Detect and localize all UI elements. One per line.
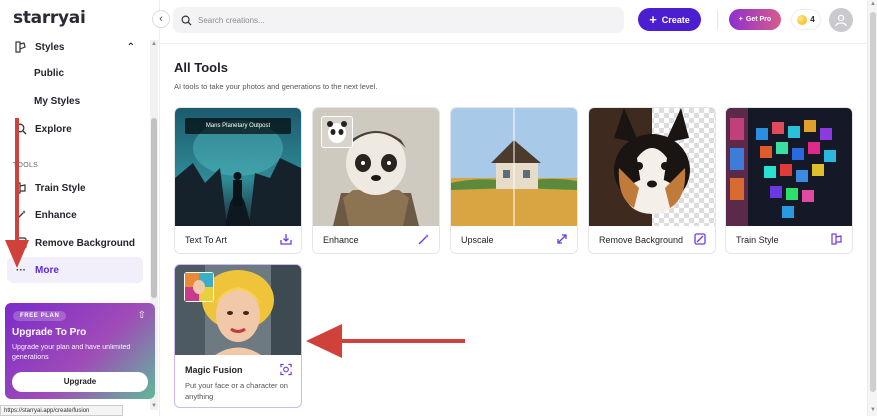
sidebar-item-more[interactable]: ··· More: [7, 257, 143, 283]
search-input[interactable]: [198, 15, 578, 25]
tool-card-label: Upscale: [461, 235, 494, 245]
tool-card-text-to-art[interactable]: Mans Planetary Outpost Text To Art: [174, 107, 302, 254]
user-avatar[interactable]: [829, 8, 853, 32]
face-scan-icon: [280, 363, 292, 375]
coin-count: 4: [810, 15, 815, 24]
tool-card-label: Train Style: [736, 235, 779, 245]
scrollbar-thumb[interactable]: [151, 118, 157, 298]
sidebar-item-remove-background[interactable]: Remove Background: [7, 230, 143, 256]
scroll-up-arrow-icon[interactable]: ▲: [869, 1, 877, 9]
tool-card-description: Put your face or a character on anything: [185, 381, 288, 401]
tool-card-label: Text To Art: [185, 235, 227, 245]
download-tray-icon: [280, 233, 292, 245]
sidebar-item-label: Remove Background: [35, 237, 136, 249]
tool-card-magic-fusion[interactable]: Magic Fusion Put your face or a characte…: [174, 264, 302, 408]
plus-icon: +: [738, 16, 743, 23]
upgrade-button[interactable]: Upgrade: [12, 372, 148, 392]
sidebar: starryai Styles ⌃ Public My Styles Explo…: [0, 0, 160, 416]
scrollbar-thumb[interactable]: [870, 12, 876, 392]
styles-icon: [14, 40, 28, 54]
promo-title: Upgrade To Pro: [12, 327, 87, 338]
face-small-thumbnail: [184, 272, 214, 302]
train-style-thumbnail: [726, 108, 852, 226]
enhance-thumbnail: [313, 108, 439, 226]
sidebar-item-label: Styles: [35, 41, 65, 53]
sidebar-item-label: Enhance: [35, 209, 77, 221]
tool-card-label: Remove Background: [599, 235, 684, 245]
sidebar-item-train-style[interactable]: Train Style: [7, 175, 143, 201]
eraser-icon: [14, 236, 28, 250]
magic-fusion-thumbnail: [175, 265, 301, 355]
thumbnail-caption: Mans Planetary Outpost: [185, 118, 291, 134]
tool-card-enhance[interactable]: Enhance: [312, 107, 440, 254]
logo[interactable]: starryai: [13, 8, 86, 28]
remove-background-thumbnail: [589, 108, 715, 226]
free-plan-badge: FREE PLAN: [13, 311, 67, 321]
tool-card-label: Enhance: [323, 235, 359, 245]
sidebar-item-explore[interactable]: Explore: [7, 116, 143, 142]
sidebar-item-enhance[interactable]: Enhance: [7, 202, 143, 228]
text-to-art-thumbnail: Mans Planetary Outpost: [175, 108, 301, 226]
sidebar-item-styles[interactable]: Styles ⌃: [7, 34, 143, 60]
scroll-down-arrow-icon[interactable]: ▼: [869, 407, 877, 415]
style-grid-icon: [14, 181, 28, 195]
user-icon: [835, 14, 847, 27]
tool-card-remove-background[interactable]: Remove Background: [588, 107, 716, 254]
eraser-icon: [694, 233, 706, 245]
top-header: + Create + Get Pro 4: [160, 0, 877, 44]
upscale-thumbnail: [451, 108, 577, 226]
create-button[interactable]: + Create: [638, 8, 701, 31]
sidebar-item-label: Explore: [35, 123, 72, 135]
upgrade-arrow-icon: ⇧: [137, 310, 146, 321]
panda-small-thumbnail: [321, 116, 353, 148]
scroll-up-arrow-icon[interactable]: ▲: [150, 40, 158, 48]
expand-arrow-icon: [556, 233, 568, 245]
tool-card-upscale[interactable]: Upscale: [450, 107, 578, 254]
plus-icon: +: [649, 12, 657, 27]
promo-description: Upgrade your plan and have unlimited gen…: [12, 344, 131, 361]
scroll-down-arrow-icon[interactable]: ▼: [150, 402, 158, 410]
sidebar-item-public[interactable]: Public: [34, 68, 64, 79]
get-pro-label: Get Pro: [745, 16, 772, 23]
left-arrow-annotation: [306, 324, 465, 358]
page-subtitle: AI tools to take your photos and generat…: [174, 82, 378, 91]
magic-wand-icon: [14, 208, 28, 222]
sidebar-item-label: Train Style: [35, 182, 86, 194]
page-title: All Tools: [174, 60, 228, 75]
tool-card-label: Magic Fusion: [185, 365, 243, 375]
upgrade-promo-card: FREE PLAN ⇧ Upgrade To Pro Upgrade your …: [5, 303, 155, 399]
sidebar-item-label: More: [35, 264, 59, 276]
more-dots-icon: ···: [16, 264, 26, 276]
magic-wand-icon: [418, 233, 430, 245]
coin-icon: [797, 14, 808, 25]
chevron-up-icon[interactable]: ⌃: [127, 42, 135, 53]
collapse-sidebar-button[interactable]: ‹: [152, 10, 170, 28]
page-scrollbar[interactable]: ▲ ▼: [867, 0, 877, 416]
search-icon: [14, 122, 28, 136]
get-pro-button[interactable]: + Get Pro: [729, 9, 781, 30]
search-bar[interactable]: [173, 7, 624, 33]
tool-card-train-style[interactable]: Train Style: [725, 107, 853, 254]
header-divider: [717, 10, 718, 30]
coin-balance[interactable]: 4: [791, 9, 821, 30]
tools-section-label: TOOLS: [13, 162, 39, 169]
create-label: Create: [661, 14, 690, 25]
sidebar-item-my-styles[interactable]: My Styles: [34, 96, 80, 107]
status-bar-url: https://starryai.app/create/fusion: [0, 405, 123, 416]
style-grid-icon: [831, 233, 843, 245]
search-icon: [181, 15, 192, 26]
